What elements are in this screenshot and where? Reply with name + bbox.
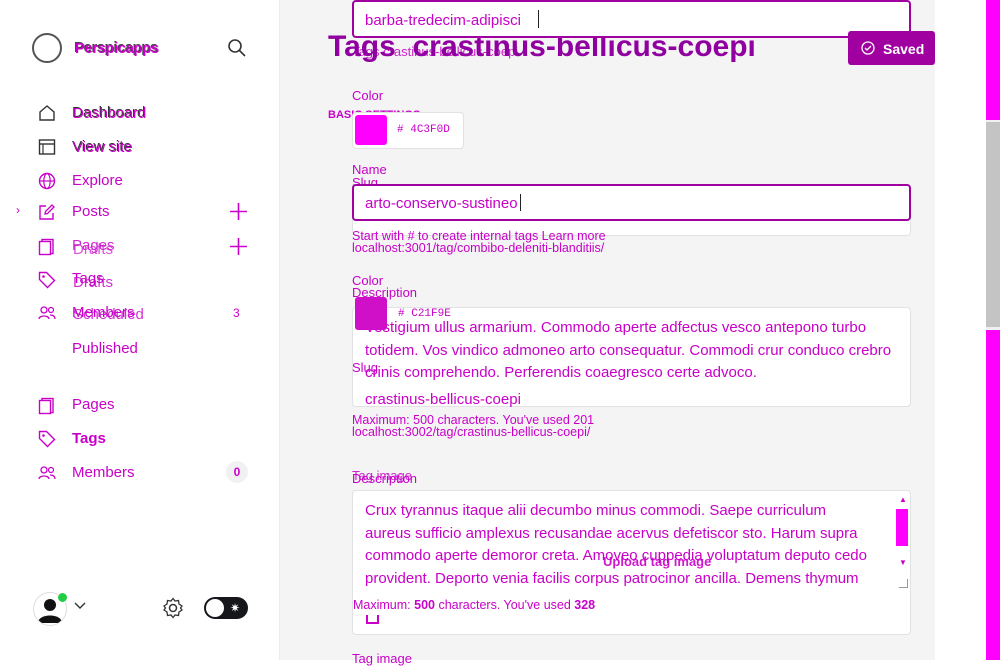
nav-explore[interactable]: Explore: [72, 172, 123, 190]
slug-label: Slug: [352, 360, 379, 375]
members-icon-2: [38, 465, 56, 481]
theme-toggle[interactable]: ✷: [204, 597, 248, 619]
pages-icon: [38, 238, 56, 256]
new-post-plus-icon[interactable]: [229, 202, 248, 221]
slug-input[interactable]: crastinus-bellicus-coepi: [352, 382, 911, 408]
new-page-plus-icon[interactable]: [229, 237, 248, 256]
sun-icon: ✷: [230, 601, 241, 615]
slug-url: localhost:3002/tag/crastinus-bellicus-co…: [352, 425, 591, 439]
nav-members[interactable]: Members: [72, 464, 135, 482]
tag-icon: [38, 271, 56, 289]
nav-published[interactable]: Published: [72, 340, 138, 358]
search-icon[interactable]: [227, 38, 247, 58]
page-scrollbar-thumb[interactable]: [986, 122, 1000, 327]
page-scrollbar-track-top: [986, 0, 1000, 120]
members-ghost-count: 3: [233, 306, 240, 320]
check-circle-icon: [861, 41, 875, 60]
text-cursor: [538, 10, 539, 28]
gear-icon[interactable]: [162, 597, 184, 619]
description2-label: Description: [352, 471, 418, 486]
nav-pages[interactable]: Pages: [72, 396, 115, 414]
tag-image-label: Tag image: [352, 651, 412, 666]
nav-tags[interactable]: Tags: [72, 430, 106, 448]
saved-button[interactable]: Saved: [848, 31, 935, 65]
color-hex-2: # C21F9E: [396, 308, 453, 320]
posts-expand-chevron-icon[interactable]: ›: [16, 203, 20, 217]
home-icon: [38, 104, 56, 122]
tag-icon-2: [38, 430, 56, 448]
sidebar: Perspicapps Perspicapps Dashboard Dashbo…: [0, 0, 280, 660]
members-icon: [38, 305, 56, 321]
pages-icon-2: [38, 397, 56, 415]
max-chars-2: Maximum: 500 characters. You've used 328: [353, 598, 596, 612]
color-swatch-ghost[interactable]: [355, 115, 387, 145]
color-label-ghost: Color: [352, 88, 384, 103]
globe-icon: [38, 172, 56, 190]
tag-name-input-top[interactable]: barba-tredecim-adipisci: [352, 0, 911, 38]
nav-posts[interactable]: Posts: [72, 203, 110, 221]
upload-corner-icon: [366, 615, 379, 624]
toggle-knob: [206, 599, 224, 617]
text-cursor-2: [520, 194, 521, 211]
view-site-icon: [38, 138, 56, 156]
slug-url-ghost: localhost:3001/tag/combibo-deleniti-blan…: [352, 241, 605, 255]
textarea-scroll-down-icon[interactable]: ▼: [899, 558, 907, 567]
color-swatch-2[interactable]: [355, 297, 387, 330]
tag-name-input[interactable]: arto-conservo-sustineo: [352, 184, 911, 221]
resize-handle-2[interactable]: [899, 579, 908, 588]
chevron-down-icon[interactable]: [74, 602, 86, 610]
color-hex-ghost: # 4C3F0D: [397, 124, 450, 136]
description-textarea-2[interactable]: Crux tyrannus itaque alii decumbo minus …: [352, 490, 911, 635]
textarea-scroll-up-icon[interactable]: ▲: [899, 495, 907, 504]
textarea-scrollbar-thumb[interactable]: [896, 509, 908, 546]
color-picker-ghost[interactable]: # 4C3F0D: [352, 112, 464, 149]
page-scrollbar-track-bottom: [986, 330, 1000, 660]
members-count-badge: 0: [226, 461, 248, 483]
site-logo[interactable]: [32, 33, 62, 63]
upload-tag-image-button[interactable]: Upload tag image: [603, 554, 711, 569]
edit-icon: [38, 203, 56, 221]
page-scrollbar[interactable]: [986, 0, 1000, 660]
online-status-dot: [57, 592, 68, 603]
